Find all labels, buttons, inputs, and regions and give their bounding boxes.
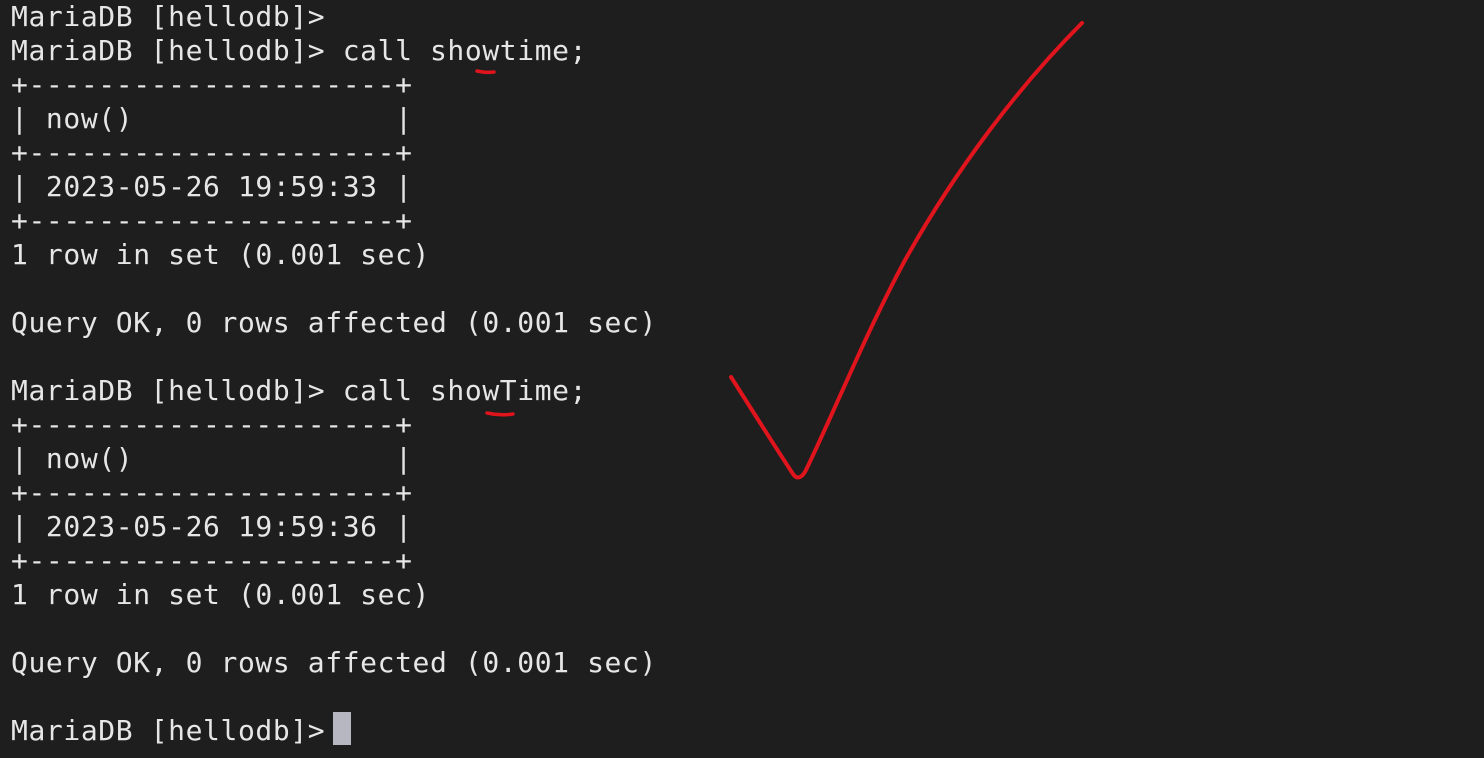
rowcount-line: 1 row in set (0.001 sec) (11, 578, 430, 611)
underline-mark-showtime (475, 69, 496, 75)
table-border: +---------------------+ (11, 544, 413, 577)
table-border: +---------------------+ (11, 68, 413, 101)
table-border: +---------------------+ (11, 204, 413, 237)
table-header-row: | now() | (11, 442, 413, 475)
table-data-row: | 2023-05-26 19:59:33 | (11, 170, 413, 203)
terminal-window[interactable]: MariaDB [hellodb]> MariaDB [hellodb]> ca… (0, 0, 1484, 758)
rowcount-line: 1 row in set (0.001 sec) (11, 238, 430, 271)
prompt-line: MariaDB [hellodb]> (11, 0, 326, 33)
table-border: +---------------------+ (11, 136, 413, 169)
table-data-row: | 2023-05-26 19:59:36 | (11, 510, 413, 543)
underline-mark-showTime (485, 411, 515, 417)
active-prompt-line[interactable]: MariaDB [hellodb]> (11, 714, 343, 748)
command-line-2: MariaDB [hellodb]> call showTime; (11, 374, 588, 407)
text-cursor (333, 712, 351, 745)
table-border: +---------------------+ (11, 408, 413, 441)
query-status-line: Query OK, 0 rows affected (0.001 sec) (11, 306, 657, 339)
checkmark-icon (729, 21, 1084, 480)
table-header-row: | now() | (11, 102, 413, 135)
table-border: +---------------------+ (11, 476, 413, 509)
query-status-line: Query OK, 0 rows affected (0.001 sec) (11, 646, 657, 679)
command-line-1: MariaDB [hellodb]> call showtime; (11, 34, 588, 67)
